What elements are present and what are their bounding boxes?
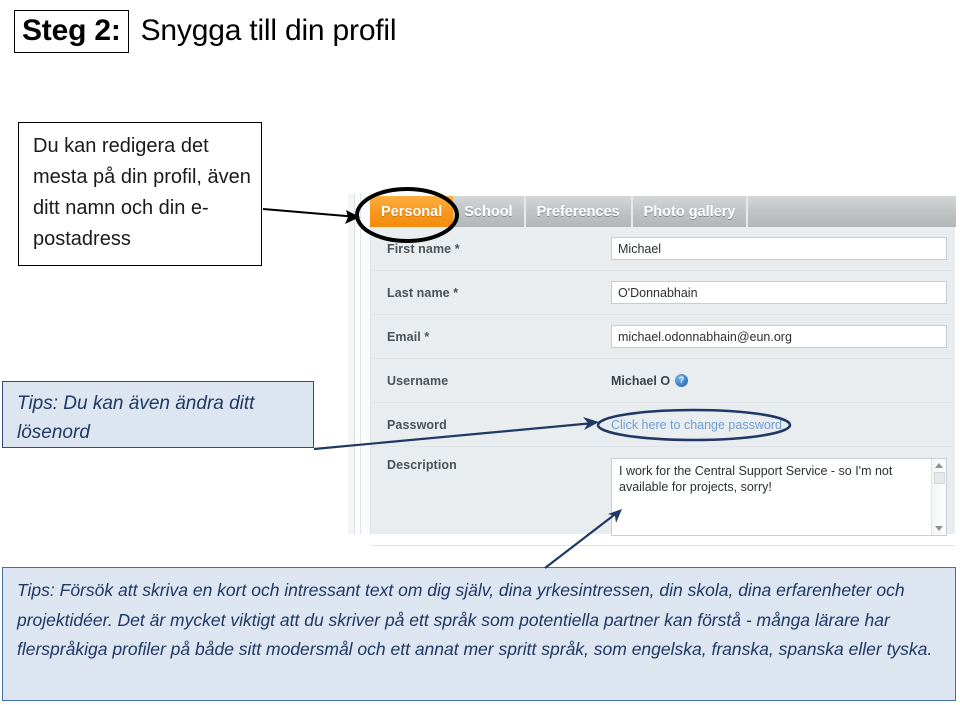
description-textarea[interactable]: I work for the Central Support Service -… xyxy=(611,458,947,536)
first-name-field-wrap: Michael xyxy=(611,237,947,260)
tab-photo-gallery[interactable]: Photo gallery xyxy=(633,196,749,227)
callout-profile-edit: Du kan redigera det mesta på din profil,… xyxy=(18,122,262,266)
page-title-text: Snygga till din profil xyxy=(140,14,397,47)
tab-personal-label: Personal xyxy=(381,203,443,220)
change-password-link[interactable]: Click here to change password xyxy=(611,418,782,432)
description-field-wrap: I work for the Central Support Service -… xyxy=(611,458,947,536)
profile-tab-bar: Personal School Preferences Photo galler… xyxy=(370,196,956,235)
form-row-password: Password Click here to change password xyxy=(371,403,955,447)
tab-preferences-label: Preferences xyxy=(536,203,620,220)
username-label: Username xyxy=(387,373,449,388)
username-text: Michael O xyxy=(611,373,671,388)
step-badge: Steg 2: xyxy=(14,9,129,53)
first-name-label: First name * xyxy=(387,241,460,256)
tab-photo-gallery-label: Photo gallery xyxy=(643,203,736,220)
password-label: Password xyxy=(387,417,447,432)
form-row-username: Username Michael O ? xyxy=(371,359,955,403)
email-field-wrap: michael.odonnabhain@eun.org xyxy=(611,325,947,348)
tab-school-label: School xyxy=(464,203,513,220)
form-row-email: Email * michael.odonnabhain@eun.org xyxy=(371,315,955,359)
callout-password-tip: Tips: Du kan även ändra ditt lösenord xyxy=(2,381,314,448)
profile-app-screenshot: Personal School Preferences Photo galler… xyxy=(348,186,956,546)
email-label: Email * xyxy=(387,329,430,344)
email-input[interactable]: michael.odonnabhain@eun.org xyxy=(611,325,947,348)
scrollbar-thumb[interactable] xyxy=(934,472,945,484)
personal-profile-form: First name * Michael Last name * O'Donna… xyxy=(370,227,955,546)
scroll-down-arrow-icon[interactable] xyxy=(935,526,943,531)
password-field-wrap: Click here to change password xyxy=(611,416,947,434)
username-field-wrap: Michael O ? xyxy=(611,374,947,388)
first-name-input[interactable]: Michael xyxy=(611,237,947,260)
page-title: Steg 2: Snygga till din profil xyxy=(14,8,397,54)
help-question-icon[interactable]: ? xyxy=(675,374,689,387)
form-row-first-name: First name * Michael xyxy=(371,227,955,271)
description-label: Description xyxy=(387,458,457,472)
form-row-description: Description I work for the Central Suppo… xyxy=(371,447,955,546)
screenshot-left-gutter xyxy=(348,194,355,534)
username-value: Michael O ? xyxy=(611,374,947,388)
tab-school[interactable]: School xyxy=(453,196,526,227)
last-name-field-wrap: O'Donnabhain xyxy=(611,281,947,304)
last-name-input[interactable]: O'Donnabhain xyxy=(611,281,947,304)
scroll-up-arrow-icon[interactable] xyxy=(935,463,943,468)
tab-preferences[interactable]: Preferences xyxy=(526,196,633,227)
tab-bar-filler xyxy=(748,196,956,227)
arrow-line-profile-to-tab xyxy=(262,208,359,218)
callout-description-tip: Tips: Försök att skriva en kort och intr… xyxy=(2,567,956,701)
description-textarea-value: I work for the Central Support Service -… xyxy=(619,464,893,494)
description-scrollbar[interactable] xyxy=(931,459,946,535)
form-row-last-name: Last name * O'Donnabhain xyxy=(371,271,955,315)
last-name-label: Last name * xyxy=(387,285,459,300)
tab-personal[interactable]: Personal xyxy=(370,196,454,235)
